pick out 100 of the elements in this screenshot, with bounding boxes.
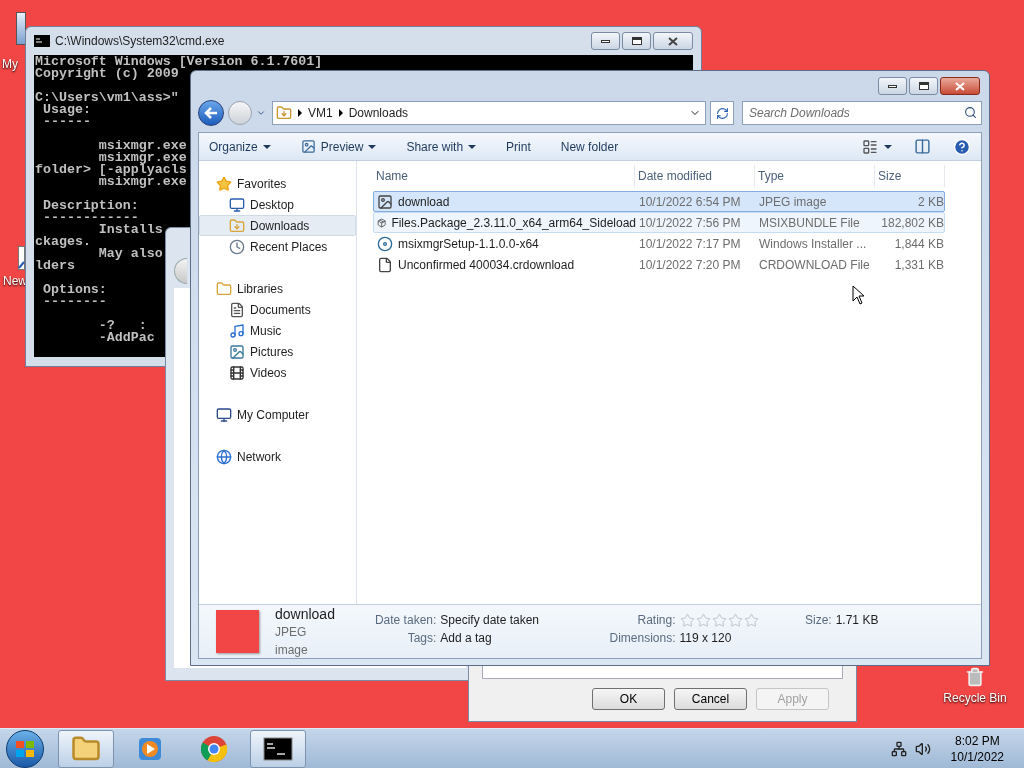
column-header[interactable]: Date modified — [635, 165, 755, 187]
videos-icon — [229, 364, 245, 381]
star-icon — [216, 175, 232, 192]
minimize-button[interactable] — [878, 77, 907, 95]
taskbar-button[interactable] — [250, 729, 306, 768]
media-player-icon — [137, 735, 163, 762]
caret-icon[interactable] — [884, 144, 892, 149]
property-label: Size: — [805, 612, 832, 629]
recycle-bin-icon[interactable] — [965, 667, 985, 687]
music-icon — [229, 322, 245, 339]
breadcrumb-item[interactable]: Downloads — [348, 104, 409, 122]
size-cell-text: 2 KB — [917, 193, 944, 211]
close-button[interactable] — [653, 32, 693, 50]
refresh-icon — [715, 106, 729, 120]
toolbar-button[interactable]: New folder — [560, 137, 619, 156]
property-value[interactable]: Add a tag — [440, 629, 563, 647]
search-icon — [964, 106, 977, 119]
window-title: C:\Windows\System32\cmd.exe — [55, 33, 225, 50]
downloads-icon — [229, 217, 245, 234]
rating-star-icon[interactable] — [695, 612, 711, 628]
property-label: Dimensions: — [608, 630, 676, 647]
property-value[interactable]: Specify date taken — [440, 611, 563, 629]
toolbar-button[interactable]: Preview — [300, 137, 377, 156]
property-label: Rating: — [636, 612, 676, 629]
windows-logo — [15, 739, 35, 758]
toolbar-button[interactable]: Share with — [406, 137, 477, 156]
image-thumbnail — [216, 610, 259, 653]
maximize-button[interactable] — [622, 32, 651, 50]
network-icon[interactable] — [890, 740, 907, 757]
view-icon[interactable] — [862, 138, 878, 155]
breadcrumb-item[interactable]: VM1 — [308, 104, 333, 122]
address-bar[interactable]: VM1 Downloads — [272, 101, 706, 125]
close-icon — [955, 81, 965, 91]
column-header[interactable]: Name — [373, 165, 635, 187]
search-field[interactable]: Search Downloads — [742, 101, 982, 125]
pictures-icon — [229, 343, 245, 360]
nav-item[interactable]: Downloads — [199, 215, 356, 236]
file-row[interactable]: download 10/1/2022 6:54 PM JPEG image 2 KB — [373, 191, 945, 212]
browser-icon — [200, 734, 228, 763]
nav-item[interactable]: Documents — [199, 299, 356, 320]
mouse-pointer-icon — [852, 285, 865, 305]
library-icon — [216, 280, 232, 297]
volume-icon[interactable] — [914, 740, 931, 757]
rating-star-icon[interactable] — [711, 612, 727, 628]
minimize-button[interactable] — [591, 32, 620, 50]
clock[interactable]: 8:02 PM 10/1/2022 — [950, 732, 1004, 765]
refresh-button[interactable] — [710, 101, 734, 125]
desktop-icon — [229, 196, 245, 213]
nav-header[interactable]: Network — [199, 446, 356, 467]
picture-icon — [300, 139, 316, 154]
rating-star-icon[interactable] — [727, 612, 743, 628]
file-name: Unconfirmed 400034.crdownload — [398, 256, 575, 274]
help-icon[interactable] — [953, 137, 971, 156]
installer-icon — [377, 235, 393, 252]
dialog-button[interactable]: OK — [592, 688, 665, 710]
image-file-icon — [377, 193, 393, 210]
column-header[interactable]: Size — [875, 165, 945, 187]
close-button[interactable] — [940, 77, 980, 95]
nav-item[interactable]: Desktop — [199, 194, 356, 215]
breadcrumb-arrow-icon — [338, 109, 343, 117]
dialog-button[interactable]: Cancel — [674, 688, 747, 710]
nav-item[interactable]: Music — [199, 320, 356, 341]
property-value[interactable]: 119 x 120 — [679, 629, 789, 647]
back-button[interactable] — [198, 100, 224, 126]
preview-pane-icon[interactable] — [914, 138, 931, 155]
close-icon — [668, 36, 678, 46]
file-name: msixmgrSetup-1.1.0.0-x64 — [398, 235, 539, 253]
nav-item[interactable]: Recent Places — [199, 236, 356, 257]
nav-item[interactable]: Videos — [199, 362, 356, 383]
file-type: JPEG image — [275, 623, 309, 659]
rating-star-icon[interactable] — [679, 612, 695, 628]
documents-icon — [229, 301, 245, 318]
folder-icon — [276, 105, 292, 121]
property-value[interactable]: 1.71 KB — [835, 611, 879, 629]
recent-icon — [229, 238, 245, 255]
start-button[interactable] — [6, 729, 44, 768]
nav-header[interactable]: Favorites — [199, 173, 356, 194]
size-cell-text: 1,844 KB — [893, 235, 944, 253]
history-dropdown-icon[interactable] — [256, 108, 266, 118]
file-row[interactable]: Files.Package_2.3.11.0_x64_arm64_Sideload 10/1/2022 7:56 PM MSIXBUNDLE File 182,802 KB — [373, 212, 945, 233]
nav-header[interactable]: Libraries — [199, 278, 356, 299]
file-icon — [377, 256, 393, 273]
network-icon — [216, 448, 232, 465]
back-arrow-icon — [204, 107, 218, 119]
type-cell-text: MSIXBUNDLE File — [758, 214, 861, 232]
file-name: download — [398, 193, 450, 211]
breadcrumb-arrow-icon — [298, 109, 302, 117]
file-name: Files.Package_2.3.11.0_x64_arm64_Sideload — [391, 214, 636, 232]
size-cell-text: 1,331 KB — [893, 256, 944, 274]
nav-header[interactable]: My Computer — [199, 404, 356, 425]
type-cell-text: JPEG image — [758, 193, 828, 211]
input-field[interactable] — [482, 666, 843, 679]
file-name: download — [275, 604, 335, 623]
toolbar-button[interactable]: Print — [506, 137, 531, 156]
terminal-icon — [263, 736, 293, 761]
desktop-icon-label: My — [2, 56, 18, 73]
rating-star-icon[interactable] — [743, 612, 759, 628]
maximize-button[interactable] — [909, 77, 938, 95]
column-header[interactable]: Type — [755, 165, 875, 187]
toolbar-button[interactable]: Organize — [209, 137, 271, 156]
